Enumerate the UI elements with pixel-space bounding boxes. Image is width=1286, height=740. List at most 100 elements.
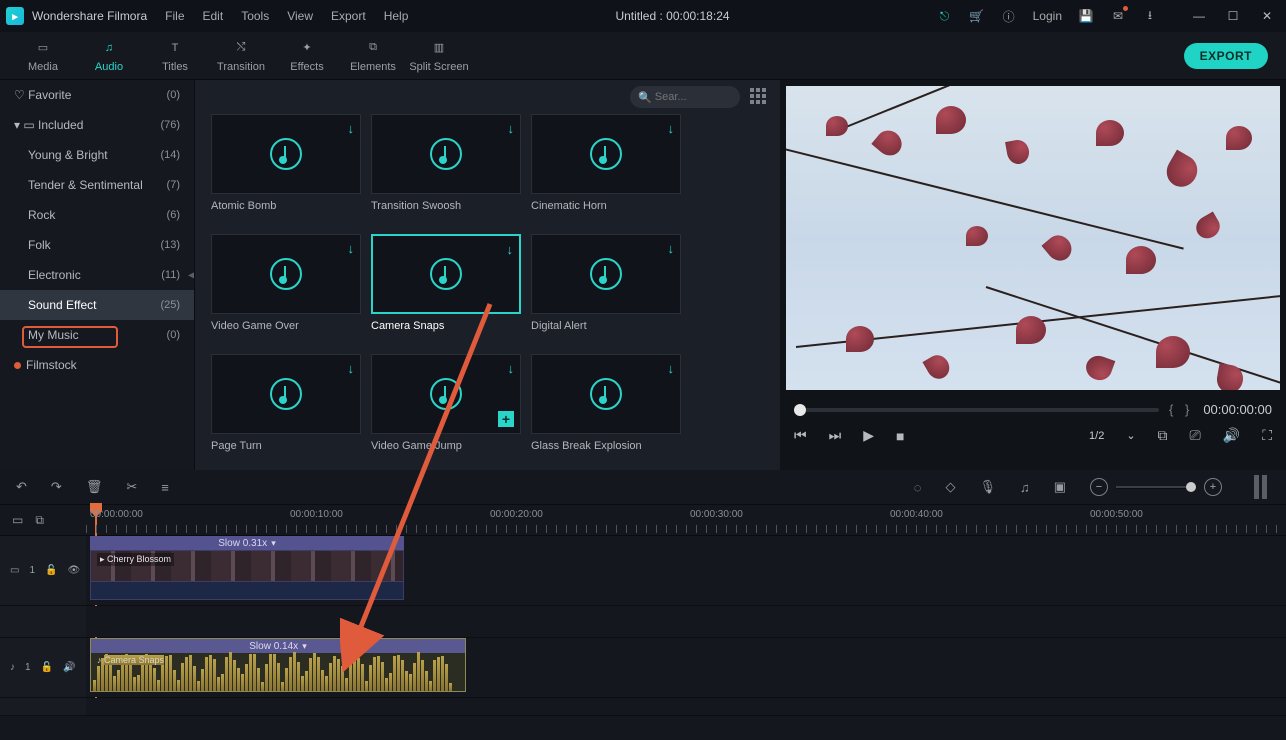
zoom-control[interactable]: − + [1090,478,1222,496]
manage-tracks-icon[interactable]: ▭ [12,513,23,527]
zoom-out-icon[interactable]: − [1090,478,1108,496]
download-icon[interactable]: ↓ [507,242,514,257]
menu-file[interactable]: File [165,9,184,23]
tile-atomic-bomb[interactable]: ↓Atomic Bomb [211,114,361,226]
tile-transition-swoosh[interactable]: ↓Transition Swoosh [371,114,521,226]
tool-tabs: ▭Media ♫Audio TTitles ⤭Transition ✦Effec… [0,32,1286,80]
download-icon[interactable]: ↓ [508,121,515,136]
info-icon[interactable]: ⓘ [1001,8,1017,24]
download-icon[interactable]: ↓ [668,241,675,256]
tile-video-game-jump[interactable]: ↓+Video Game Jump [371,354,521,466]
tab-audio[interactable]: ♫Audio [76,39,142,73]
asset-gallery: 🔍 ↓Atomic Bomb ↓Transition Swoosh ↓Cinem… [195,80,780,470]
preview-scrubber[interactable] [794,408,1159,412]
menu-edit[interactable]: Edit [203,9,224,23]
download-icon[interactable]: ↓ [668,121,675,136]
spacer-track [0,606,1286,638]
sidebar-item-my-music[interactable]: My Music(0) [0,320,194,350]
sidebar-item-folk[interactable]: Folk(13) [0,230,194,260]
tab-split-screen[interactable]: ▥Split Screen [406,39,472,73]
menu-tools[interactable]: Tools [241,9,269,23]
sidebar: ♡ Favorite(0) ▾ ▭ Included(76) Young & B… [0,80,195,470]
add-to-timeline-icon[interactable]: + [498,411,514,427]
menu-help[interactable]: Help [384,9,409,23]
sidebar-item-rock[interactable]: Rock(6) [0,200,194,230]
tile-camera-snaps[interactable]: ↓Camera Snaps [371,234,521,346]
timeline: ↶ ↷ 🗑 ✂ ≡ ◌ ◇ 🎙 ♫ ▣ − + ▭ ⧉ 00:00:00:00 … [0,470,1286,740]
audio-clip[interactable]: Slow 0.14x ♪ Camera Snaps [90,638,466,692]
tab-effects[interactable]: ✦Effects [274,39,340,73]
prev-frame-icon[interactable]: ⏮ [794,427,807,444]
marker-icon[interactable]: ◇ [945,479,955,495]
download-icon[interactable]: ↓ [348,121,355,136]
undo-icon[interactable]: ↶ [16,479,27,495]
download-icon[interactable]: ↓ [348,361,355,376]
tab-elements[interactable]: ⧉Elements [340,39,406,73]
record-vo-icon[interactable]: 🎙 [979,479,996,495]
window-close[interactable]: ✕ [1254,6,1280,26]
tile-video-game-over[interactable]: ↓Video Game Over [211,234,361,346]
main-menu: File Edit Tools View Export Help [165,9,408,23]
support-icon[interactable]: ⎋ [937,8,953,24]
sidebar-filmstock[interactable]: Filmstock [0,350,194,380]
menu-export[interactable]: Export [331,9,366,23]
audio-mixer-icon[interactable]: ♫ [1020,480,1030,495]
sidebar-collapse-caret[interactable]: ◂ [188,266,195,283]
time-ruler[interactable]: 00:00:00:00 00:00:10:00 00:00:20:00 00:0… [86,505,1286,535]
video-clip[interactable]: Slow 0.31x ▸ Cherry Blossom [90,536,404,600]
redo-icon[interactable]: ↷ [51,479,62,495]
menu-view[interactable]: View [287,9,313,23]
volume-icon[interactable]: 🔊 [1223,427,1240,444]
in-out-markers[interactable]: { } [1169,402,1193,417]
download-icon[interactable]: ↓ [508,361,515,376]
sidebar-favorite[interactable]: ♡ Favorite(0) [0,80,194,110]
link-icon[interactable]: ⧉ [35,513,44,528]
tile-page-turn[interactable]: ↓Page Turn [211,354,361,466]
crop-icon[interactable]: ▣ [1054,479,1066,495]
snapshot-icon[interactable]: ⎚ [1190,427,1201,444]
play-icon[interactable]: ▶ [863,427,874,444]
cart-icon[interactable]: 🛒 [969,8,985,24]
preview-video[interactable] [786,86,1280,390]
search-input[interactable]: 🔍 [630,86,740,108]
login-button[interactable]: Login [1033,9,1062,23]
tab-titles[interactable]: TTitles [142,39,208,73]
download-icon[interactable]: ↓ [668,361,675,376]
save-icon[interactable]: 💾 [1078,8,1094,24]
track-type-icon: ▭ [10,565,19,576]
tile-cinematic-horn[interactable]: ↓Cinematic Horn [531,114,681,226]
sidebar-item-electronic[interactable]: Electronic(11) [0,260,194,290]
cut-icon[interactable]: ✂ [126,479,137,495]
download-icon[interactable]: ⭳ [1142,8,1158,24]
sidebar-item-tender[interactable]: Tender & Sentimental(7) [0,170,194,200]
fullscreen-icon[interactable]: ⛶ [1262,427,1272,444]
zoom-in-icon[interactable]: + [1204,478,1222,496]
render-icon[interactable]: ◌ [914,480,922,495]
sidebar-item-sound-effect[interactable]: Sound Effect(25) [0,290,194,320]
stop-icon[interactable]: ■ [896,428,904,444]
export-button[interactable]: EXPORT [1184,43,1268,69]
tile-glass-break[interactable]: ↓Glass Break Explosion [531,354,681,466]
download-icon[interactable]: ↓ [348,241,355,256]
display-icon[interactable]: ⧉ [1158,427,1168,444]
tab-transition[interactable]: ⤭Transition [208,39,274,73]
grid-view-icon[interactable] [750,88,768,106]
page-indicator[interactable]: 1/2 [1089,430,1104,442]
visibility-icon[interactable]: 👁 [67,565,80,576]
notifications-icon[interactable]: ✉ [1110,8,1126,24]
step-back-icon[interactable]: ⏭ [829,427,842,444]
window-maximize[interactable]: ☐ [1220,6,1246,26]
spacer-track-2 [0,698,1286,716]
sidebar-included[interactable]: ▾ ▭ Included(76) [0,110,194,140]
sidebar-item-young-bright[interactable]: Young & Bright(14) [0,140,194,170]
tab-media[interactable]: ▭Media [10,39,76,73]
window-minimize[interactable]: — [1186,6,1212,26]
lock-icon[interactable]: 🔓 [45,565,57,576]
settings-icon[interactable]: ≡ [161,480,169,495]
chevron-down-icon[interactable]: ⌄ [1126,429,1135,442]
delete-icon[interactable]: 🗑 [86,479,103,495]
timeline-pause-icon[interactable] [1254,475,1270,499]
tile-digital-alert[interactable]: ↓Digital Alert [531,234,681,346]
lock-icon[interactable]: 🔓 [41,662,53,673]
mute-icon[interactable]: 🔊 [63,662,75,673]
